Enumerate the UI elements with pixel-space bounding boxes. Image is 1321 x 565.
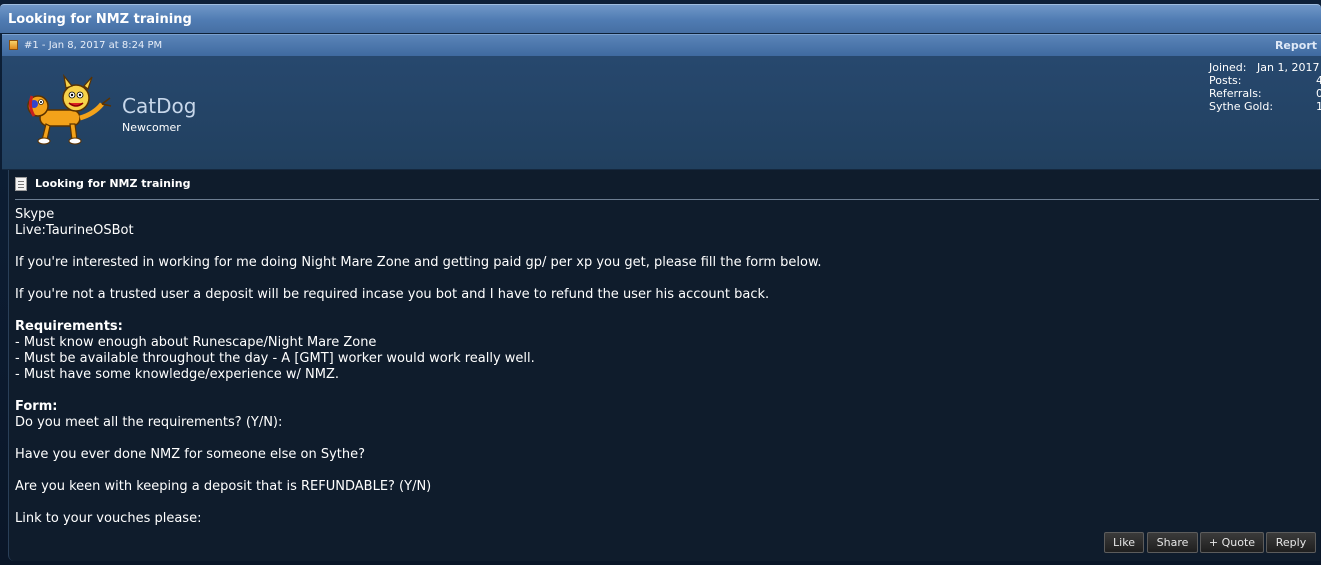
document-icon: [15, 177, 27, 191]
thread-title: Looking for NMZ training: [8, 12, 192, 27]
username-link[interactable]: CatDog: [122, 94, 196, 118]
line-break: [15, 383, 1305, 399]
user-info-panel: CatDog Newcomer Joined: Jan 1, 2017 Post…: [2, 56, 1321, 170]
message-line: - Must be available throughout the day -…: [15, 351, 535, 366]
post-body: Looking for NMZ training Skype Live:Taur…: [8, 170, 1320, 561]
report-link[interactable]: Report: [1275, 39, 1317, 52]
share-button[interactable]: Share: [1147, 532, 1198, 553]
post-meta-bar: #1 - Jan 8, 2017 at 8:24 PM Report: [2, 34, 1321, 56]
line-break: [15, 463, 1305, 479]
line-break: [15, 303, 1305, 319]
message-line: Do you meet all the requirements? (Y/N):: [15, 415, 283, 430]
post-divider: [15, 199, 1319, 200]
user-title: Newcomer: [122, 121, 181, 134]
stat-referrals: Referrals: 0: [1209, 87, 1321, 100]
post-permalink[interactable]: #1 - Jan 8, 2017 at 8:24 PM: [24, 40, 162, 51]
stat-value: 0: [1316, 87, 1321, 100]
line-break: [15, 495, 1305, 511]
message-line: Live:TaurineOSBot: [15, 223, 134, 238]
stat-label: Referrals:: [1209, 87, 1262, 100]
message-line: If you're not a trusted user a deposit w…: [15, 287, 770, 302]
message-line: Link to your vouches please:: [15, 511, 202, 526]
message-line: Skype: [15, 207, 55, 222]
stat-value[interactable]: 4: [1316, 74, 1321, 87]
line-break: [15, 431, 1305, 447]
catdog-avatar-image: [27, 74, 112, 145]
requirements-heading: Requirements:: [15, 319, 123, 334]
message-line: - Must have some knowledge/experience w/…: [15, 367, 339, 382]
line-break: [15, 239, 1305, 255]
form-heading: Form:: [15, 399, 58, 414]
message-line: - Must know enough about Runescape/Night…: [15, 335, 377, 350]
user-stats: Joined: Jan 1, 2017 Posts: 4 Referrals: …: [1209, 61, 1321, 113]
stat-posts: Posts: 4: [1209, 74, 1321, 87]
stat-label: Posts:: [1209, 74, 1242, 87]
thread-title-bar: Looking for NMZ training: [0, 4, 1321, 33]
reply-button[interactable]: Reply: [1266, 532, 1316, 553]
like-button[interactable]: Like: [1104, 532, 1144, 553]
stat-value: 1: [1316, 100, 1321, 113]
message-line: Are you keen with keeping a deposit that…: [15, 479, 432, 494]
stat-joined: Joined: Jan 1, 2017: [1209, 61, 1321, 74]
quote-button[interactable]: + Quote: [1200, 532, 1264, 553]
stat-sythe-gold: Sythe Gold: 1: [1209, 100, 1321, 113]
line-break: [15, 271, 1305, 287]
post-header: Looking for NMZ training: [15, 176, 1315, 200]
stat-value: Jan 1, 2017: [1257, 61, 1320, 74]
post-title: Looking for NMZ training: [35, 177, 191, 190]
post-message: Skype Live:TaurineOSBot If you're intere…: [15, 207, 1305, 527]
stat-label: Joined:: [1209, 61, 1247, 74]
message-line: If you're interested in working for me d…: [15, 255, 822, 270]
stat-label: Sythe Gold:: [1209, 100, 1274, 113]
avatar[interactable]: [14, 74, 114, 152]
post-status-icon: [9, 40, 18, 50]
message-line: Have you ever done NMZ for someone else …: [15, 447, 366, 462]
